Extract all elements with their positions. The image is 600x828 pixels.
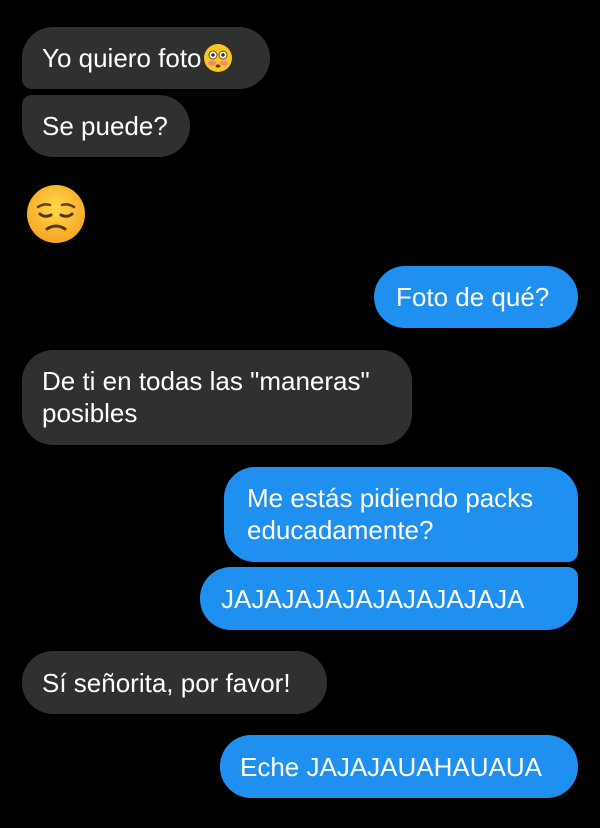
disappointed-face-icon	[27, 185, 85, 243]
message-bubble-incoming[interactable]: De ti en todas las "maneras" posibles	[22, 350, 412, 445]
message-text: Yo quiero foto	[42, 43, 202, 73]
message-bubble-outgoing[interactable]: JAJAJAJAJAJAJAJAJAJA	[200, 567, 578, 630]
message-text: Sí señorita, por favor!	[42, 668, 291, 698]
message-bubble-incoming[interactable]: Sí señorita, por favor!	[22, 651, 327, 714]
message-text-line: posibles	[42, 398, 138, 428]
message-bubble-outgoing[interactable]: Eche JAJAJAUAHAUAUA	[220, 735, 578, 798]
message-bubble-outgoing[interactable]: Foto de qué?	[374, 266, 578, 328]
message-text: Se puede?	[42, 111, 168, 141]
message-bubble-incoming[interactable]: Se puede?	[22, 95, 190, 157]
flushed-face-icon	[203, 44, 232, 72]
message-text: Foto de qué?	[396, 282, 550, 312]
message-text: Eche JAJAJAUAHAUAUA	[240, 752, 542, 782]
message-text-line: Me estás pidiendo packs	[247, 483, 534, 513]
message-text-line: De ti en todas las "maneras"	[42, 366, 370, 396]
message-bubble-outgoing[interactable]: Me estás pidiendo packs educadamente?	[224, 467, 578, 562]
message-bubble-incoming[interactable]: Yo quiero foto	[22, 27, 270, 89]
message-text: JAJAJAJAJAJAJAJAJAJA	[221, 584, 525, 614]
message-text-line: educadamente?	[247, 515, 434, 545]
